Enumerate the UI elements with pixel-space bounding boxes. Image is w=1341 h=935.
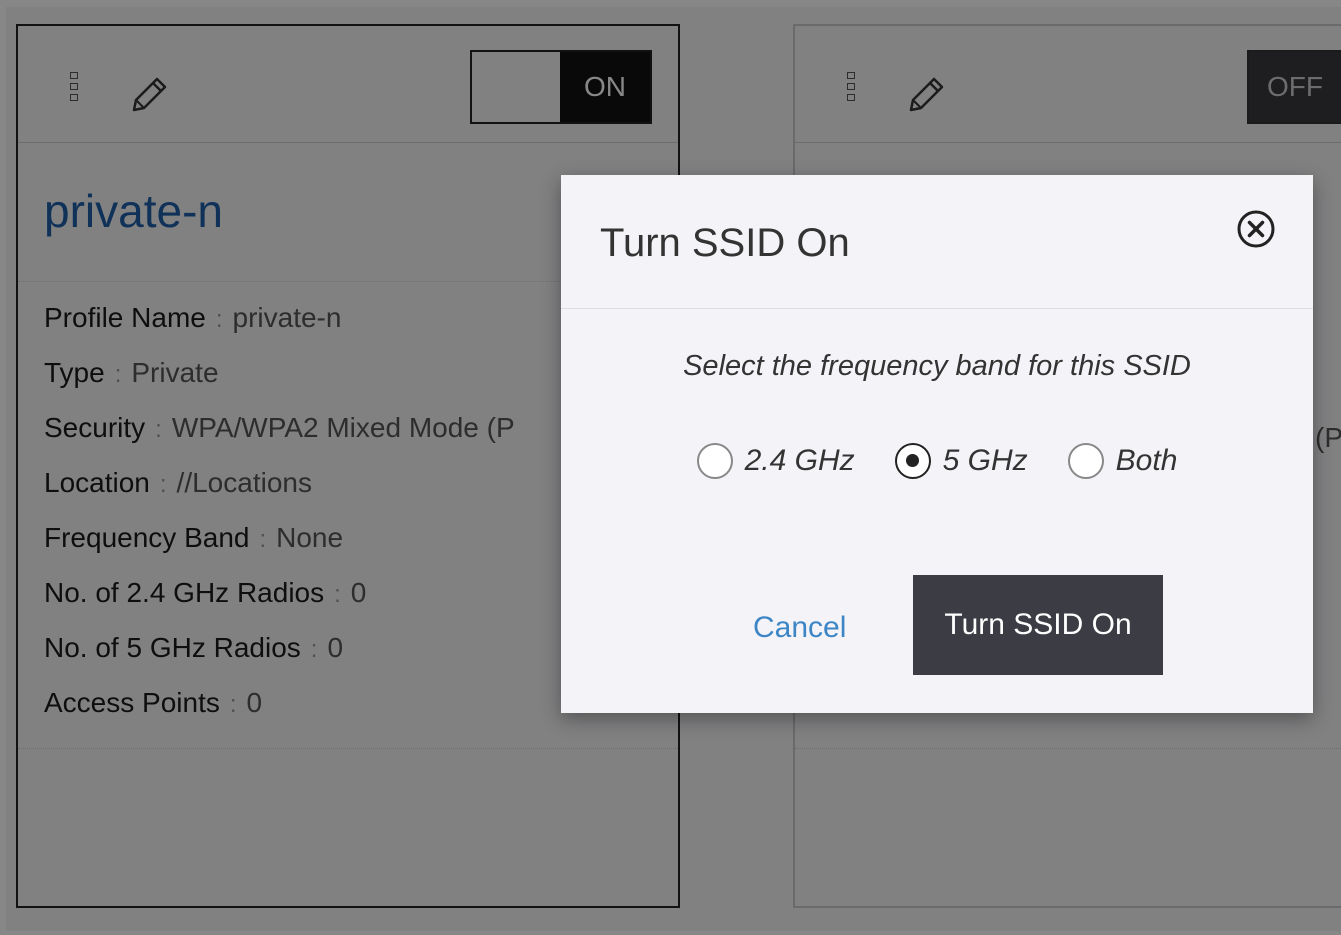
radio-option-24ghz[interactable]: 2.4 GHz xyxy=(696,443,855,479)
radio-label: 2.4 GHz xyxy=(744,444,855,477)
radio-button[interactable] xyxy=(696,443,733,479)
turn-ssid-on-button[interactable]: Turn SSID On xyxy=(913,575,1163,675)
radio-button[interactable] xyxy=(1067,443,1104,479)
dialog-header: Turn SSID On xyxy=(561,175,1313,309)
cancel-button[interactable]: Cancel xyxy=(753,611,846,645)
radio-option-5ghz[interactable]: 5 GHz xyxy=(894,443,1028,479)
radio-label: 5 GHz xyxy=(942,444,1028,477)
turn-ssid-on-dialog: Turn SSID On Select the frequency band f… xyxy=(561,175,1313,713)
radio-button[interactable] xyxy=(894,443,931,479)
dialog-title: Turn SSID On xyxy=(600,221,850,265)
close-circle-icon[interactable] xyxy=(1236,209,1276,249)
dialog-prompt: Select the frequency band for this SSID xyxy=(683,350,1191,382)
radio-option-both[interactable]: Both xyxy=(1067,443,1178,479)
frequency-band-options: 2.4 GHz 5 GHz Both xyxy=(561,443,1313,479)
radio-label: Both xyxy=(1115,444,1178,477)
